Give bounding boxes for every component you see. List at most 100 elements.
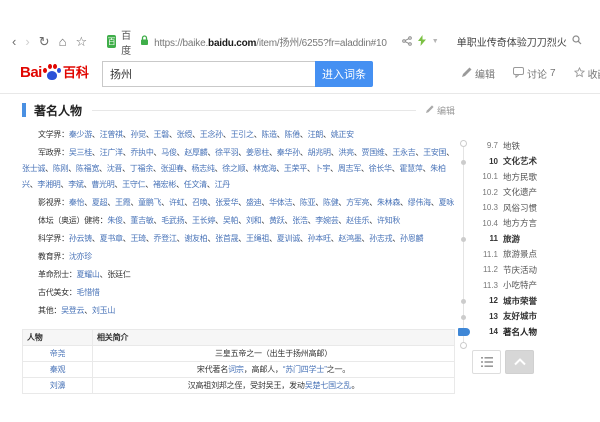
person-link[interactable]: 华体洁 [269, 198, 292, 207]
person-link[interactable]: 王磐 [154, 130, 169, 139]
person-link[interactable]: 童鹏飞 [138, 198, 161, 207]
toc-item-12[interactable]: 12城市荣誉 [460, 293, 592, 309]
person-link[interactable]: 任文清 [184, 180, 207, 189]
toc-item-10.4[interactable]: 10.4地方方言 [460, 216, 592, 232]
person-link[interactable]: 张迎春 [161, 164, 184, 173]
person-link[interactable]: 夏耀山 [77, 270, 100, 279]
forward-icon[interactable]: › [25, 35, 29, 48]
toc-item-10.1[interactable]: 10.1地方民歌 [460, 169, 592, 185]
person-link[interactable]: 张士诚 [22, 164, 45, 173]
person-link[interactable]: 周志军 [338, 164, 361, 173]
person-link[interactable]: 张绶 [177, 130, 192, 139]
person-link[interactable]: 王琦 [130, 234, 145, 243]
person-link[interactable]: 夏咏 [439, 198, 454, 207]
search-input[interactable] [102, 61, 315, 87]
toc-item-14[interactable]: 14著名人物 [460, 324, 592, 340]
toc-item-10[interactable]: 10文化艺术 [460, 154, 592, 170]
person-link[interactable]: 徐平羽 [215, 148, 238, 157]
toc-item-10.2[interactable]: 10.2文化遗产 [460, 185, 592, 201]
edit-action[interactable]: 编辑 [462, 66, 495, 81]
person-link[interactable]: 孙云铸 [69, 234, 92, 243]
person-link[interactable]: 刘玉山 [92, 306, 115, 315]
person-link[interactable]: 谢友柏 [184, 234, 207, 243]
person-link[interactable]: 王引之 [231, 130, 254, 139]
person-link[interactable]: 吴三桂 [69, 148, 92, 157]
person-link[interactable]: 沈亦珍 [69, 252, 92, 261]
person-link[interactable]: 贾国维 [362, 148, 385, 157]
person-link[interactable]: 吴登云 [61, 306, 84, 315]
toc-item-13[interactable]: 13友好城市 [460, 309, 592, 325]
address-bar[interactable]: 百 百度 https://baike.baidu.com/item/扬州/625… [107, 27, 387, 57]
person-link[interactable]: 杨志纯 [191, 164, 214, 173]
person-link[interactable]: 缪伟海 [408, 198, 431, 207]
person-link[interactable]: 赵佳乐 [346, 216, 369, 225]
flash-icon[interactable] [418, 34, 426, 49]
person-link[interactable]: 沈晋 [107, 164, 122, 173]
person-link[interactable]: 孙志戎 [369, 234, 392, 243]
person-link[interactable]: 吴帕 [223, 216, 238, 225]
person-link[interactable]: 夏训诚 [277, 234, 300, 243]
person-link[interactable]: 王霞 [115, 198, 130, 207]
person-link[interactable]: 孙本旺 [308, 234, 331, 243]
person-link[interactable]: 王永吉 [392, 148, 415, 157]
person-link[interactable]: 胡兆明 [308, 148, 331, 157]
person-link[interactable]: 霍慧萍 [399, 164, 422, 173]
toc-item-11.3[interactable]: 11.3小吃特产 [460, 278, 592, 294]
inline-link[interactable]: “苏门四学士” [283, 365, 327, 374]
person-link[interactable]: 李斌 [68, 180, 83, 189]
baike-logo[interactable]: Bai 百科 [20, 64, 89, 80]
enter-entry-button[interactable]: 进入词条 [315, 61, 373, 87]
inline-link[interactable]: 吴楚七国之乱 [305, 381, 352, 390]
person-link[interactable]: 王守仁 [122, 180, 145, 189]
person-link[interactable]: 帝尧 [50, 349, 66, 358]
inline-link[interactable]: 词宗 [228, 365, 244, 374]
person-link[interactable]: 汪广洋 [100, 148, 123, 157]
person-link[interactable]: 卜宇 [315, 164, 330, 173]
person-link[interactable]: 陈造 [261, 130, 276, 139]
person-link[interactable]: 方军亮 [346, 198, 369, 207]
person-link[interactable]: 陈健 [323, 198, 338, 207]
person-link[interactable]: 林宽海 [253, 164, 276, 173]
person-link[interactable]: 朱林森 [377, 198, 400, 207]
person-link[interactable]: 夏超 [92, 198, 107, 207]
person-link[interactable]: 陈刚 [53, 164, 68, 173]
person-link[interactable]: 张浩 [292, 216, 307, 225]
person-link[interactable]: 许虹 [169, 198, 184, 207]
person-link[interactable]: 毛惜惜 [77, 288, 100, 297]
toc-toggle-button[interactable] [472, 350, 501, 374]
person-link[interactable]: 陈倦 [285, 130, 300, 139]
favorite-action[interactable]: 收藏 [574, 66, 600, 81]
discuss-action[interactable]: 讨论7 [513, 66, 556, 81]
person-link[interactable]: 丁福余 [130, 164, 153, 173]
toolbar-search[interactable]: 单职业传奇体验刀刀烈火 [457, 34, 582, 49]
person-link[interactable]: 马俊 [161, 148, 176, 157]
person-link[interactable]: 王荣平 [284, 164, 307, 173]
person-link[interactable]: 刘和 [246, 216, 261, 225]
back-icon[interactable]: ‹ [12, 35, 16, 48]
person-link[interactable]: 乔执中 [130, 148, 153, 157]
url-text[interactable]: https://baike.baidu.com/item/扬州/6255?fr=… [154, 34, 387, 49]
person-link[interactable]: 陈亚 [300, 198, 315, 207]
person-link[interactable]: 秦怡 [69, 198, 84, 207]
person-link[interactable]: 李湘明 [37, 180, 60, 189]
person-link[interactable]: 徐之顺 [222, 164, 245, 173]
person-link[interactable]: 黄跃 [269, 216, 284, 225]
person-link[interactable]: 陈福宽 [76, 164, 99, 173]
person-link[interactable]: 王绳祖 [246, 234, 269, 243]
person-link[interactable]: 孙恩麟 [400, 234, 423, 243]
person-link[interactable]: 朱俊 [107, 216, 122, 225]
person-link[interactable]: 孙觉 [130, 130, 145, 139]
toc-item-9.7[interactable]: 9.7地铁 [460, 138, 592, 154]
chevron-down-icon[interactable]: ▼ [432, 38, 439, 45]
person-link[interactable]: 秦少游 [69, 130, 92, 139]
person-link[interactable]: 曹光明 [91, 180, 114, 189]
person-link[interactable]: 盛迪 [246, 198, 261, 207]
person-link[interactable]: 许知秋 [377, 216, 400, 225]
toc-item-11[interactable]: 11旅游 [460, 231, 592, 247]
person-link[interactable]: 李婉芸 [315, 216, 338, 225]
person-link[interactable]: 秦华孙 [277, 148, 300, 157]
person-link[interactable]: 召唤 [192, 198, 207, 207]
bookmark-star-icon[interactable]: ☆ [75, 35, 87, 48]
person-link[interactable]: 毛武扬 [161, 216, 184, 225]
person-link[interactable]: 王长婷 [192, 216, 215, 225]
